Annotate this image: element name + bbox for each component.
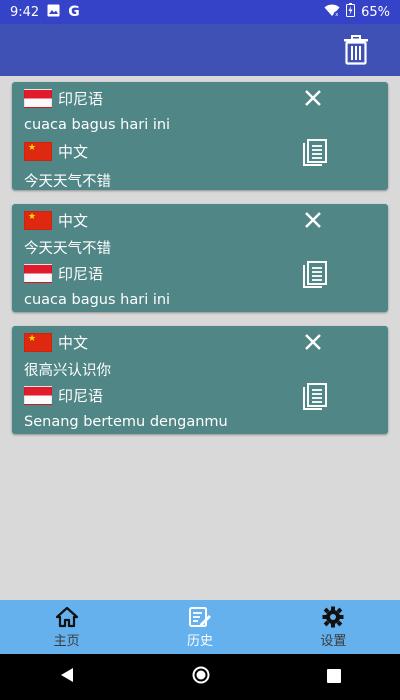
- indonesia-flag-icon: [24, 264, 52, 283]
- gear-icon: [322, 606, 344, 627]
- target-row: 印尼语: [24, 385, 103, 406]
- copy-button[interactable]: [302, 139, 328, 167]
- copy-icon: [303, 261, 327, 288]
- nav-home-label: 主页: [53, 633, 80, 649]
- wifi-icon: x: [324, 4, 340, 21]
- status-bar: 9:42 G x 65%: [0, 0, 400, 24]
- target-text: 今天天气不错: [24, 174, 111, 190]
- source-row: 印尼语: [24, 88, 103, 109]
- remove-entry-button[interactable]: [302, 209, 324, 231]
- history-card[interactable]: 印尼语 cuaca bagus hari ini ★ 中文 今天天气不错: [12, 82, 388, 190]
- source-text: 今天天气不错: [24, 241, 111, 257]
- history-card[interactable]: ★ 中文 很高兴认识你 印尼语 Senang bertemu denganmu: [12, 326, 388, 434]
- image-notification-icon: [47, 4, 60, 21]
- battery-icon: [346, 3, 356, 21]
- target-row: ★ 中文: [24, 141, 88, 162]
- nav-settings-label: 设置: [320, 633, 347, 649]
- nav-settings[interactable]: 设置: [267, 600, 400, 654]
- remove-entry-button[interactable]: [302, 87, 324, 109]
- target-language: 中文: [58, 143, 89, 161]
- china-flag-icon: ★: [24, 333, 52, 352]
- source-text: cuaca bagus hari ini: [24, 117, 171, 133]
- copy-icon: [303, 383, 327, 410]
- back-triangle-icon: [60, 668, 73, 682]
- nav-history-label: 历史: [186, 633, 213, 649]
- edit-note-icon: [188, 606, 211, 627]
- history-list: 印尼语 cuaca bagus hari ini ★ 中文 今天天气不错 ★ 中…: [0, 76, 400, 600]
- svg-text:x: x: [335, 12, 338, 17]
- recents-square-icon: [327, 668, 342, 683]
- nav-history[interactable]: 历史: [133, 600, 266, 654]
- close-icon: [305, 90, 321, 106]
- source-language: 印尼语: [58, 90, 104, 108]
- nav-home[interactable]: 主页: [0, 600, 133, 654]
- history-card[interactable]: ★ 中文 今天天气不错 印尼语 cuaca bagus hari ini: [12, 204, 388, 312]
- delete-all-button[interactable]: [342, 34, 370, 66]
- china-flag-icon: ★: [24, 142, 52, 161]
- home-system-button[interactable]: [192, 666, 210, 688]
- bottom-navigation: 主页 历史 设置: [0, 600, 400, 654]
- source-text: 很高兴认识你: [24, 363, 111, 379]
- google-notification-icon: G: [68, 4, 80, 20]
- copy-button[interactable]: [302, 383, 328, 411]
- system-navigation-bar: [0, 654, 400, 700]
- source-language: 中文: [58, 334, 89, 352]
- app-bar: [0, 24, 400, 76]
- target-language: 印尼语: [58, 265, 104, 283]
- clock: 9:42: [10, 4, 40, 20]
- china-flag-icon: ★: [24, 211, 52, 230]
- copy-button[interactable]: [302, 261, 328, 289]
- home-icon: [55, 606, 78, 627]
- indonesia-flag-icon: [24, 89, 52, 108]
- back-button[interactable]: [59, 667, 75, 687]
- trash-icon: [344, 35, 368, 65]
- close-icon: [305, 334, 321, 350]
- close-icon: [305, 212, 321, 228]
- target-text: Senang bertemu denganmu: [24, 414, 228, 430]
- source-language: 中文: [58, 212, 89, 230]
- indonesia-flag-icon: [24, 386, 52, 405]
- target-text: cuaca bagus hari ini: [24, 292, 171, 308]
- target-row: 印尼语: [24, 263, 103, 284]
- source-row: ★ 中文: [24, 210, 88, 231]
- copy-icon: [303, 139, 327, 166]
- battery-percent: 65%: [361, 4, 390, 20]
- home-circle-icon: [192, 666, 210, 684]
- recents-button[interactable]: [327, 668, 342, 687]
- source-row: ★ 中文: [24, 332, 88, 353]
- target-language: 印尼语: [58, 387, 104, 405]
- remove-entry-button[interactable]: [302, 331, 324, 353]
